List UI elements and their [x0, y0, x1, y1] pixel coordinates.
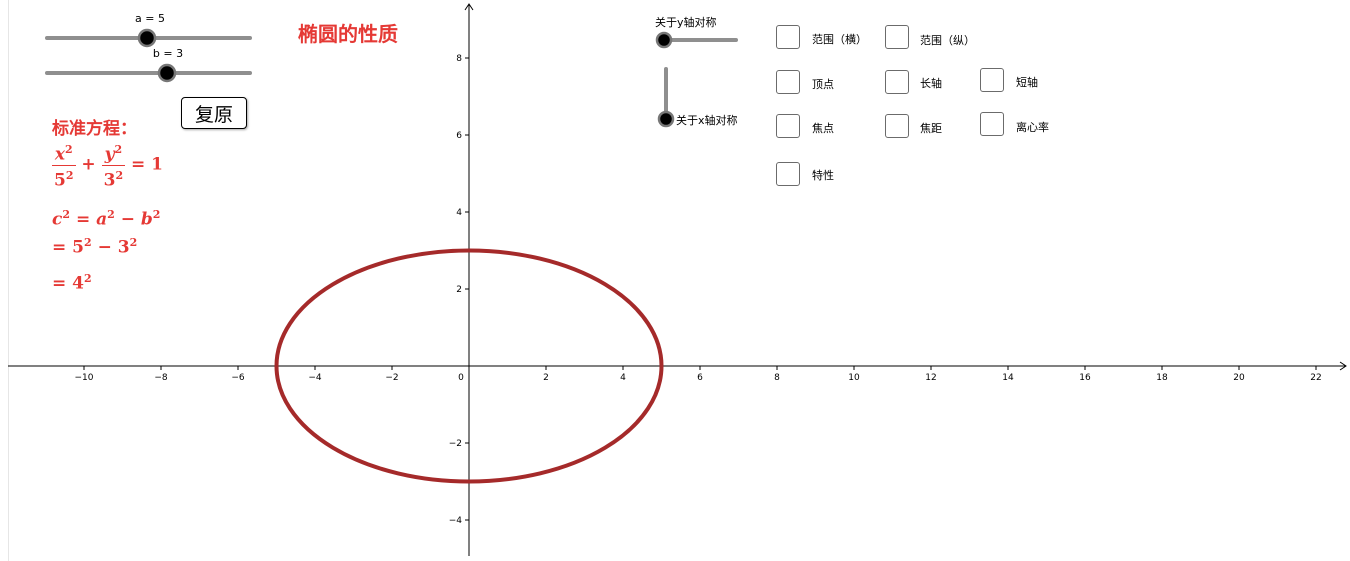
x-tick-label: −4	[308, 373, 322, 383]
y-tick-label: 2	[456, 285, 462, 295]
checkbox-major-axis[interactable]	[885, 70, 909, 94]
checkbox-major-axis-label: 长轴	[920, 77, 942, 90]
checkbox-range-vertical-label: 范围（纵）	[920, 34, 975, 47]
sym-y-label: 关于y轴对称	[655, 16, 717, 29]
x-tick-label: −6	[231, 373, 245, 383]
checkbox-focal-distance[interactable]	[885, 114, 909, 138]
checkbox-range-horizontal[interactable]	[776, 25, 800, 49]
x-tick-label: −8	[154, 373, 168, 383]
page-title: 椭圆的性质	[298, 22, 398, 46]
slider-a[interactable]	[40, 28, 260, 48]
slider-b-knob[interactable]	[157, 63, 177, 83]
x-tick-label: 10	[848, 373, 860, 383]
y-tick-label: 6	[456, 131, 462, 141]
checkbox-properties[interactable]	[776, 162, 800, 186]
checkbox-eccentricity-label: 离心率	[1016, 121, 1049, 134]
x-tick-label: 18	[1156, 373, 1168, 383]
x-tick-label: 4	[620, 373, 626, 383]
x-tick-label: 8	[774, 373, 780, 383]
slider-a-knob[interactable]	[137, 28, 157, 48]
y-tick-label: 8	[456, 54, 462, 64]
checkbox-vertex[interactable]	[776, 70, 800, 94]
checkbox-range-vertical[interactable]	[885, 25, 909, 49]
x-tick-label: 16	[1079, 373, 1091, 383]
x-tick-label: −2	[385, 373, 398, 383]
x-tick-label: 6	[697, 373, 703, 383]
checkbox-properties-label: 特性	[812, 169, 834, 182]
y-tick-label: 4	[456, 208, 462, 218]
x-tick-label: 2	[543, 373, 549, 383]
x-tick-label: 20	[1233, 373, 1245, 383]
x-tick-label: −10	[75, 373, 94, 383]
sym-x-label: 关于x轴对称	[676, 114, 738, 127]
x-tick-label: 0	[458, 373, 464, 383]
x-tick-label: 22	[1310, 373, 1321, 383]
checkbox-minor-axis-label: 短轴	[1016, 76, 1038, 89]
slider-b-label: b = 3	[152, 47, 184, 60]
reset-button[interactable]: 复原	[181, 97, 247, 129]
slider-b[interactable]	[40, 63, 260, 83]
sym-y-knob[interactable]	[655, 31, 673, 49]
x-tick-label: 14	[1002, 373, 1014, 383]
sym-y-slider[interactable]	[652, 30, 744, 50]
checkbox-range-horizontal-label: 范围（横）	[812, 33, 867, 46]
c-equation-line3: = 42	[52, 272, 92, 294]
y-tick-label: −4	[449, 516, 463, 526]
c-equation-line2: = 52 − 32	[52, 236, 138, 258]
sym-x-knob[interactable]	[657, 110, 675, 128]
c-equation-line1: c2 = a2 − b2	[52, 208, 161, 230]
checkbox-foci[interactable]	[776, 114, 800, 138]
checkbox-vertex-label: 顶点	[812, 78, 834, 91]
equation-heading: 标准方程：	[52, 119, 137, 139]
checkbox-focal-distance-label: 焦距	[920, 122, 942, 135]
checkbox-eccentricity[interactable]	[980, 112, 1004, 136]
sym-x-slider[interactable]	[656, 64, 676, 130]
standard-equation: x2 52 + y2 32 = 1	[52, 140, 163, 190]
checkbox-foci-label: 焦点	[812, 122, 834, 135]
x-tick-label: 12	[925, 373, 936, 383]
checkbox-minor-axis[interactable]	[980, 68, 1004, 92]
y-tick-label: −2	[449, 439, 462, 449]
slider-a-label: a = 5	[135, 12, 165, 25]
axes	[8, 3, 1347, 556]
